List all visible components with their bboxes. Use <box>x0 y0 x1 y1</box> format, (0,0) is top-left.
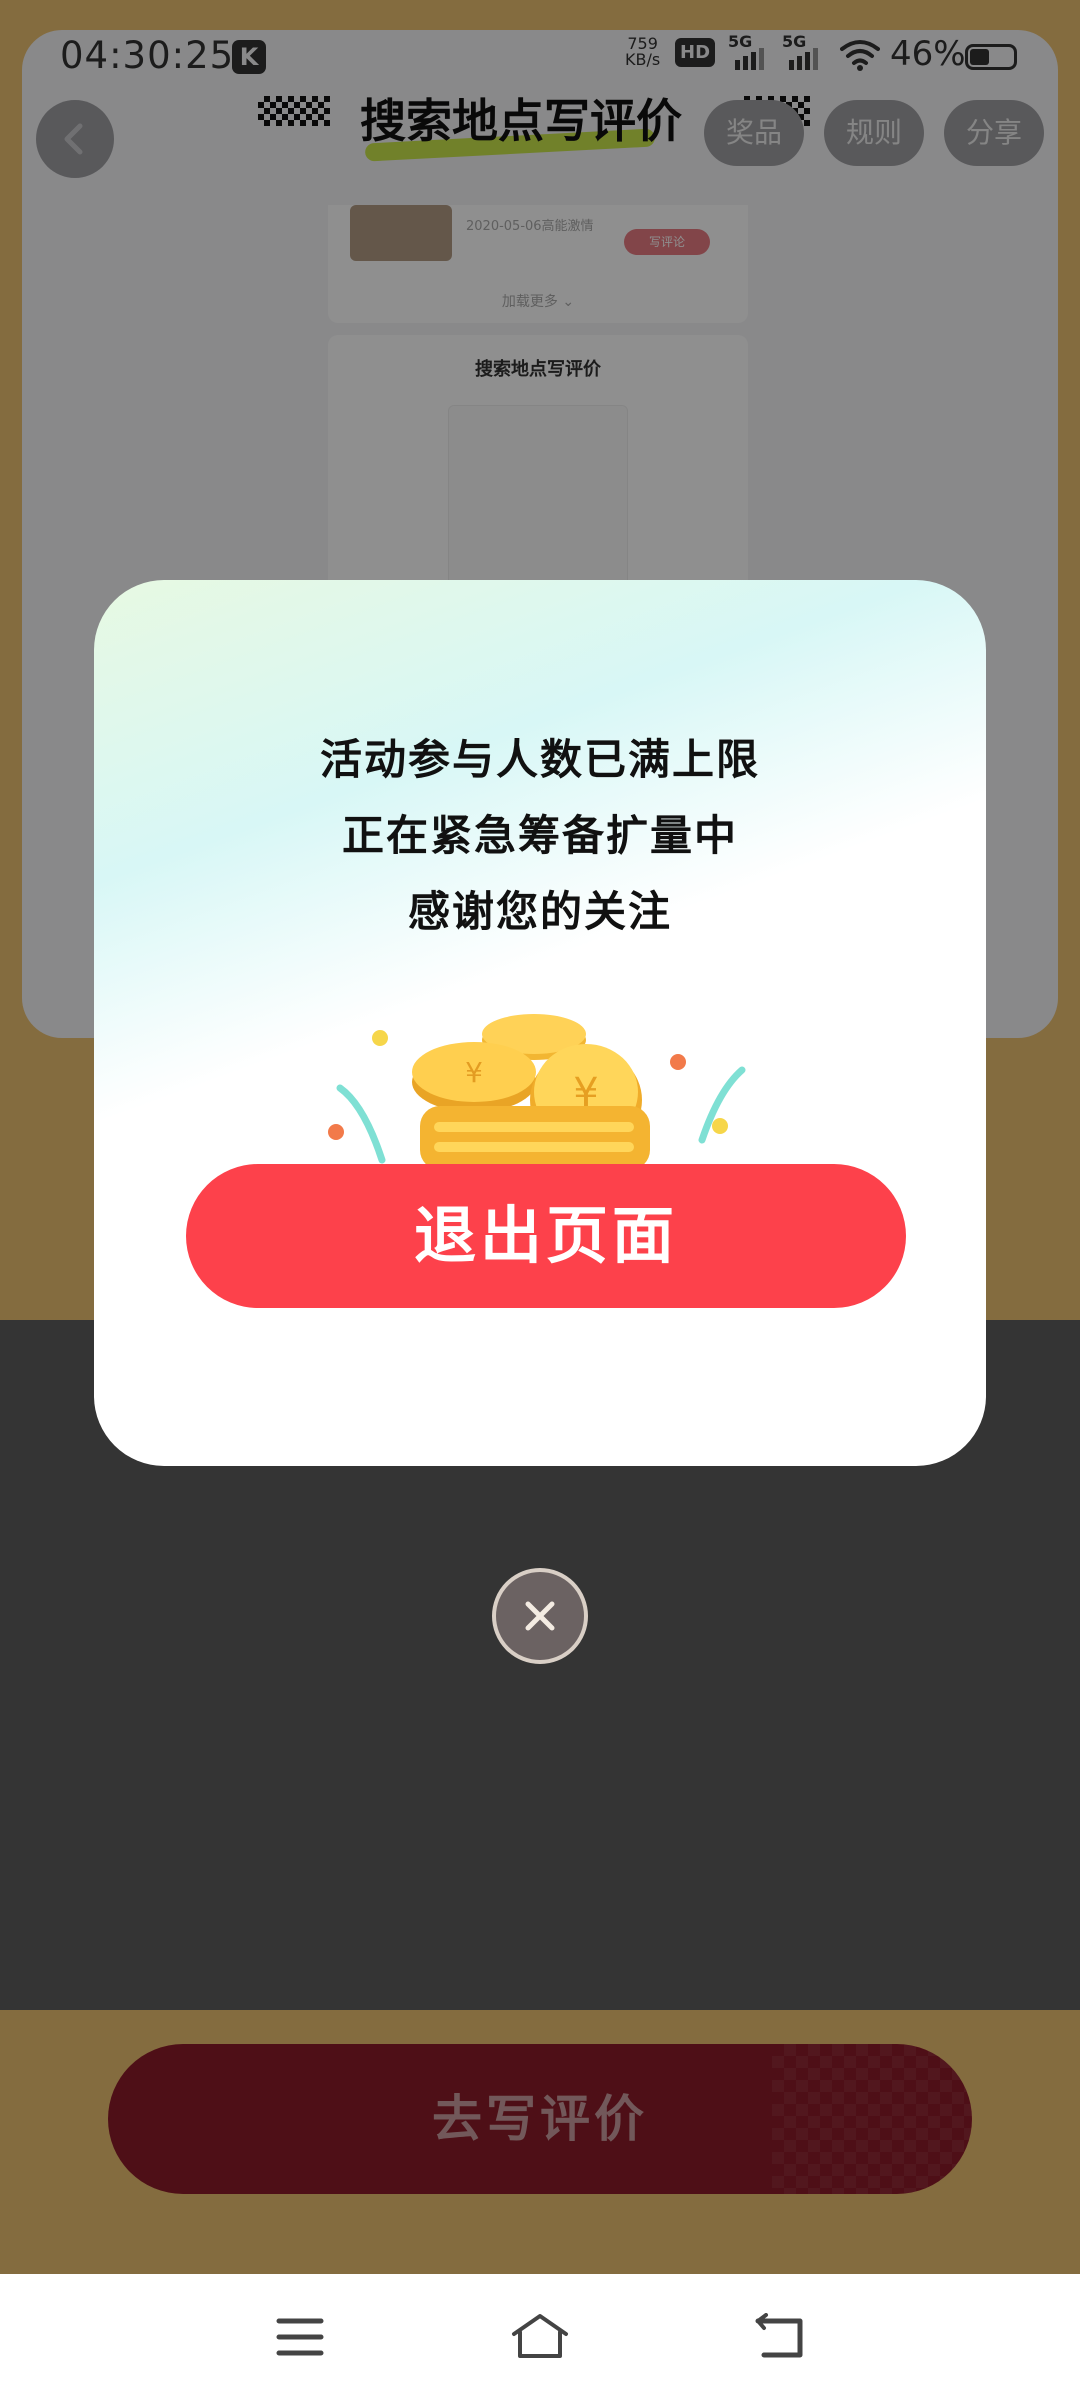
capacity-full-dialog: 活动参与人数已满上限 正在紧急筹备扩量中 感谢您的关注 ¥ ¥ 退出页面 <box>94 580 986 1466</box>
gold-coins-illustration: ¥ ¥ <box>328 1014 746 1170</box>
home-icon <box>512 2314 568 2358</box>
menu-nav-button[interactable] <box>265 2304 335 2370</box>
close-icon <box>525 1601 555 1631</box>
back-nav-button[interactable] <box>745 2304 815 2370</box>
home-nav-button[interactable] <box>505 2304 575 2370</box>
dialog-message-line-1: 活动参与人数已满上限 <box>319 735 760 784</box>
close-dialog-button[interactable] <box>492 1568 588 1664</box>
exit-page-button[interactable]: 退出页面 <box>186 1164 906 1308</box>
svg-text:¥: ¥ <box>465 1056 483 1089</box>
dialog-message-line-2: 正在紧急筹备扩量中 <box>341 811 738 860</box>
back-arrow-icon <box>755 2313 803 2358</box>
dialog-message-line-3: 感谢您的关注 <box>407 887 672 936</box>
system-navigation-bar <box>0 2274 1080 2400</box>
menu-icon <box>276 2318 324 2356</box>
